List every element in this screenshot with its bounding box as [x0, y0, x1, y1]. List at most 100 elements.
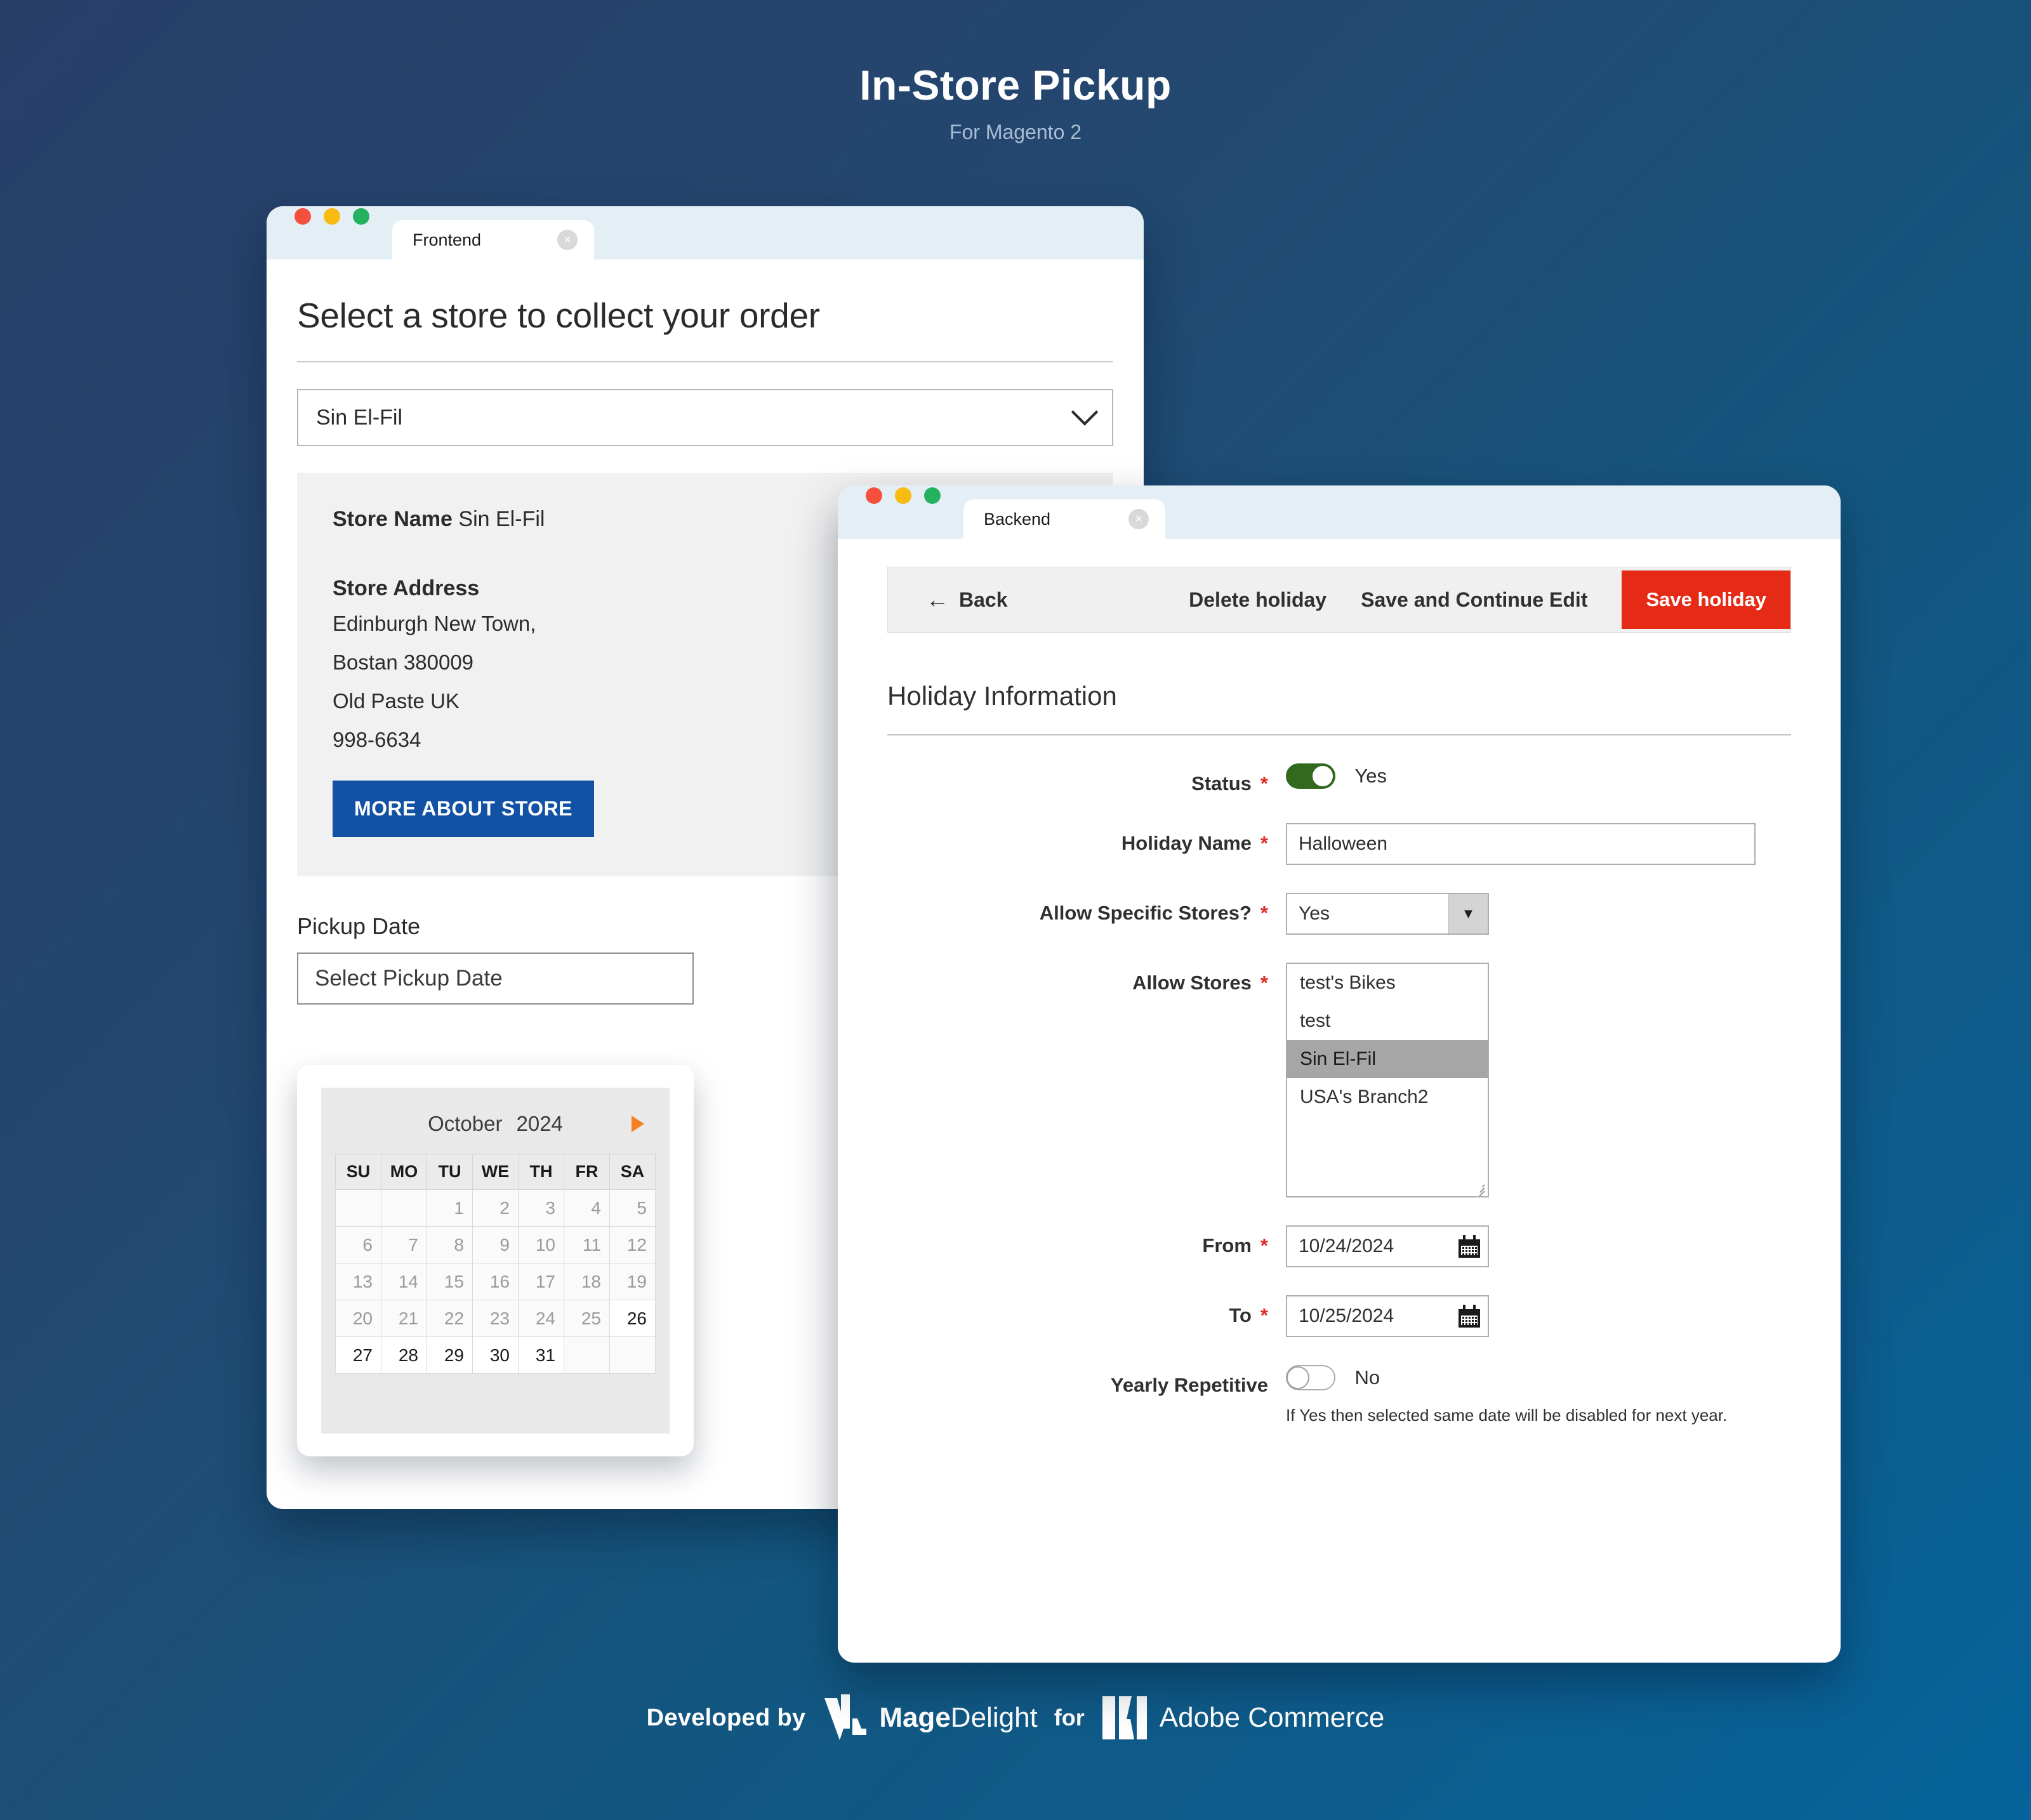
- calendar-weekday-fr: FR: [564, 1154, 610, 1190]
- calendar-day-6: 6: [335, 1226, 381, 1263]
- calendar-day-10: 10: [518, 1226, 564, 1263]
- calendar-day-3: 3: [518, 1189, 564, 1227]
- field-row-from: From * 10/24/2024: [887, 1225, 1791, 1267]
- tab-frontend[interactable]: Frontend ×: [392, 220, 594, 260]
- developed-by-label: Developed by: [646, 1704, 806, 1731]
- calendar-day-24: 24: [518, 1300, 564, 1337]
- pickup-date-input[interactable]: Select Pickup Date: [297, 952, 694, 1005]
- holiday-name-label: Holiday Name: [1121, 832, 1252, 854]
- next-month-arrow-icon[interactable]: [632, 1116, 644, 1132]
- allow-specific-stores-label-wrap: Allow Specific Stores? *: [887, 893, 1268, 925]
- calendar-icon[interactable]: [1459, 1235, 1480, 1258]
- magedelight-brand: MageDelight: [822, 1691, 1038, 1745]
- calendar-weekday-su: SU: [335, 1154, 381, 1190]
- allow-stores-label-wrap: Allow Stores *: [887, 963, 1268, 994]
- calendar-header: October 2024: [335, 1103, 656, 1145]
- toggle-knob: [1311, 765, 1334, 788]
- minimize-window-dot[interactable]: [324, 208, 340, 225]
- page-header: In-Store Pickup For Magento 2: [0, 61, 2031, 144]
- delete-holiday-button[interactable]: Delete holiday: [1189, 588, 1326, 612]
- holiday-name-label-wrap: Holiday Name *: [887, 823, 1268, 855]
- allow-stores-control: test's Bikes test Sin El-Fil USA's Branch2: [1286, 963, 1489, 1197]
- calendar-day-11: 11: [564, 1226, 610, 1263]
- calendar-day-empty: [381, 1189, 427, 1227]
- to-label: To: [1229, 1304, 1252, 1326]
- more-about-store-button[interactable]: MORE ABOUT STORE: [333, 780, 595, 837]
- tab-backend-label: Backend: [984, 509, 1051, 529]
- calendar-day-empty: [335, 1189, 381, 1227]
- allow-specific-stores-select[interactable]: Yes ▼: [1286, 893, 1489, 935]
- calendar-weekday-mo: MO: [381, 1154, 427, 1190]
- maximize-window-dot[interactable]: [924, 487, 941, 504]
- status-toggle[interactable]: [1286, 763, 1335, 789]
- calendar-day-29[interactable]: 29: [427, 1336, 473, 1374]
- required-marker: *: [1260, 772, 1268, 795]
- field-row-holiday-name: Holiday Name * Halloween: [887, 823, 1791, 865]
- backend-content: ← Back Delete holiday Save and Continue …: [838, 539, 1841, 1425]
- calendar-weekday-we: WE: [472, 1154, 519, 1190]
- adobe-commerce-wordmark: Adobe Commerce: [1159, 1702, 1385, 1733]
- yearly-repetitive-label: Yearly Repetitive: [1110, 1374, 1268, 1396]
- calendar-day-31[interactable]: 31: [518, 1336, 564, 1374]
- store-name-label: Store Name: [333, 507, 453, 531]
- maximize-window-dot[interactable]: [353, 208, 369, 225]
- page-subtitle: For Magento 2: [949, 121, 1082, 143]
- save-holiday-button[interactable]: Save holiday: [1622, 570, 1790, 629]
- back-button-label: Back: [959, 588, 1008, 611]
- footer: Developed by MageDelight for Adobe Comme…: [0, 1691, 2031, 1745]
- frontend-titlebar: Frontend ×: [267, 206, 1144, 260]
- allow-specific-stores-value: Yes: [1299, 903, 1330, 924]
- from-date-value: 10/24/2024: [1299, 1236, 1394, 1256]
- field-row-allow-specific-stores: Allow Specific Stores? * Yes ▼: [887, 893, 1791, 935]
- from-label: From: [1202, 1234, 1252, 1256]
- status-value: Yes: [1354, 765, 1387, 787]
- calendar-day-26[interactable]: 26: [609, 1300, 656, 1337]
- calendar-day-7: 7: [381, 1226, 427, 1263]
- yearly-repetitive-value: No: [1354, 1366, 1380, 1388]
- tab-backend[interactable]: Backend ×: [963, 499, 1165, 539]
- allow-stores-option[interactable]: test's Bikes: [1287, 964, 1488, 1002]
- from-date-input[interactable]: 10/24/2024: [1286, 1225, 1489, 1267]
- calendar-icon[interactable]: [1459, 1305, 1480, 1328]
- allow-stores-option[interactable]: Sin El-Fil: [1287, 1040, 1488, 1078]
- resize-grip-icon[interactable]: [1473, 1182, 1485, 1196]
- save-and-continue-edit-button[interactable]: Save and Continue Edit: [1361, 588, 1587, 612]
- for-label: for: [1054, 1705, 1085, 1731]
- calendar-day-27[interactable]: 27: [335, 1336, 381, 1374]
- to-date-input[interactable]: 10/25/2024: [1286, 1295, 1489, 1337]
- close-icon[interactable]: ×: [1128, 509, 1149, 529]
- store-select-value: Sin El-Fil: [316, 405, 403, 430]
- required-marker: *: [1260, 902, 1268, 924]
- to-label-wrap: To *: [887, 1295, 1268, 1327]
- magedelight-light: Delight: [950, 1702, 1038, 1733]
- magedelight-wordmark: MageDelight: [879, 1702, 1037, 1734]
- close-window-dot[interactable]: [294, 208, 311, 225]
- minimize-window-dot[interactable]: [895, 487, 911, 504]
- calendar-weekday-sa: SA: [609, 1154, 656, 1190]
- calendar-day-23: 23: [472, 1300, 519, 1337]
- heading-divider: [297, 361, 1113, 362]
- calendar-week-row: 6 7 8 9 10 11 12: [335, 1226, 656, 1263]
- store-name-value: Sin El-Fil: [458, 507, 545, 531]
- holiday-name-input[interactable]: Halloween: [1286, 823, 1756, 865]
- close-window-dot[interactable]: [866, 487, 882, 504]
- allow-stores-label: Allow Stores: [1132, 972, 1252, 994]
- adobe-logo-icon: [1102, 1696, 1147, 1739]
- calendar-day-16: 16: [472, 1263, 519, 1300]
- calendar-day-28[interactable]: 28: [381, 1336, 427, 1374]
- allow-stores-option[interactable]: USA's Branch2: [1287, 1078, 1488, 1116]
- calendar-day-25: 25: [564, 1300, 610, 1337]
- adobe-commerce-brand: Adobe Commerce: [1101, 1694, 1385, 1742]
- back-button[interactable]: ← Back: [926, 588, 1008, 612]
- allow-stores-multiselect[interactable]: test's Bikes test Sin El-Fil USA's Branch2: [1286, 963, 1489, 1197]
- calendar-grid: SU MO TU WE TH FR SA 1 2 3 4 5 6 7 8 9 10 11 12 13 14 15 16 17…: [335, 1154, 656, 1374]
- calendar-day-30[interactable]: 30: [472, 1336, 519, 1374]
- yearly-repetitive-toggle[interactable]: [1286, 1365, 1335, 1390]
- store-select[interactable]: Sin El-Fil: [297, 389, 1113, 446]
- allow-stores-option[interactable]: test: [1287, 1002, 1488, 1040]
- calendar-day-empty: [564, 1336, 610, 1374]
- section-divider: [887, 734, 1791, 735]
- calendar-weekday-row: SU MO TU WE TH FR SA: [335, 1154, 656, 1190]
- calendar-month-label: October: [428, 1112, 503, 1135]
- close-icon[interactable]: ×: [557, 230, 578, 250]
